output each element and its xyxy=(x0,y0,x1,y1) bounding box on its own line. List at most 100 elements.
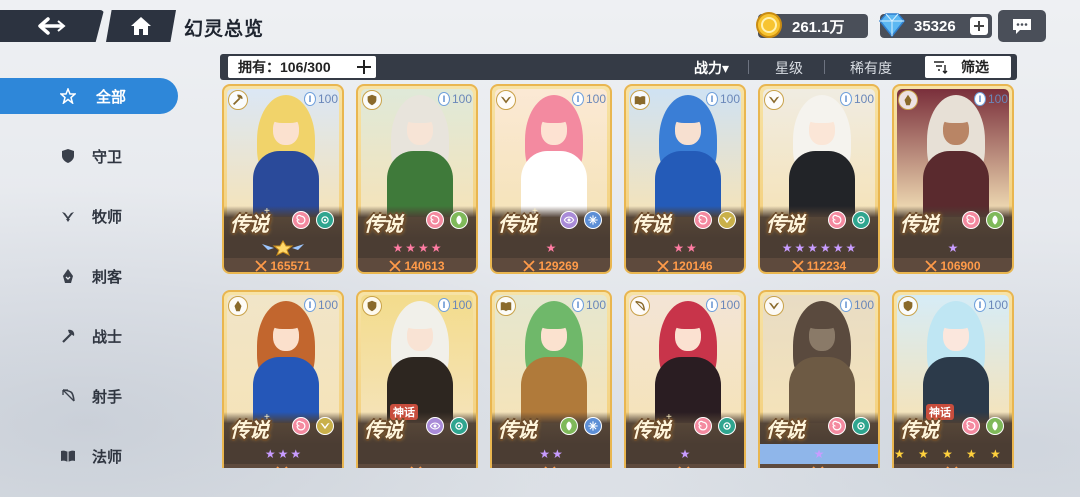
level-value: 100 xyxy=(853,298,874,312)
sort-star[interactable]: 星级 xyxy=(775,58,803,78)
add-gems-button[interactable] xyxy=(970,17,988,35)
hero-card[interactable]: I 100 传说 ★ ★ ★ ★ ★ ★ 112234 xyxy=(758,84,880,274)
shield-icon xyxy=(362,296,382,316)
assassin-icon xyxy=(898,90,918,110)
page-title: 幻灵总览 xyxy=(184,19,265,40)
filter-label: 筛选 xyxy=(961,59,989,75)
power-value: 129269 xyxy=(538,259,579,273)
level-badge-icon: I xyxy=(973,92,986,106)
chat-button[interactable] xyxy=(998,10,1046,42)
hero-portrait xyxy=(629,295,741,423)
sidebar-item-label: 射手 xyxy=(92,388,123,406)
fire-element-icon xyxy=(694,417,712,435)
back-button[interactable] xyxy=(0,10,104,42)
crossed-swords-icon xyxy=(811,466,824,468)
rarity-label: 传说 xyxy=(900,214,939,236)
crossed-swords-icon xyxy=(275,466,288,468)
hero-card[interactable]: I 100 神话 传说 xyxy=(356,290,478,468)
star-icon: ★ xyxy=(845,241,857,255)
hero-card[interactable]: I 100 传说 ★ 106900 xyxy=(892,84,1014,274)
filter-button[interactable]: 筛选 xyxy=(925,56,1011,78)
sidebar-item-guardian[interactable]: 守卫 xyxy=(0,138,180,174)
star-icon: ★ xyxy=(894,447,905,461)
star-rating: ★ xyxy=(760,444,878,464)
hero-card[interactable]: I 100 传说 +165571 xyxy=(222,84,344,274)
star-icon: ★ xyxy=(679,447,691,461)
hero-level: I 100 xyxy=(696,296,740,314)
level-badge-icon: I xyxy=(303,298,316,312)
star-icon: ★ xyxy=(820,241,831,255)
power-bar: 112234 xyxy=(760,258,878,272)
star-icon: ★ xyxy=(539,447,550,461)
sidebar-item-label: 牧师 xyxy=(92,208,123,226)
level-value: 100 xyxy=(719,298,740,312)
star-rating: ★ ★ xyxy=(492,444,610,464)
home-button[interactable] xyxy=(106,10,176,42)
fire-element-icon xyxy=(292,211,310,229)
wing-icon xyxy=(496,90,516,110)
sidebar-item-priest[interactable]: 牧师 xyxy=(0,198,180,234)
sidebar-item-label: 全部 xyxy=(96,88,127,106)
sort-rarity[interactable]: 稀有度 xyxy=(850,58,892,78)
rarity-label: 传说 xyxy=(632,214,671,236)
level-badge-icon: I xyxy=(437,298,450,312)
star-rating xyxy=(358,444,476,464)
water-element-icon xyxy=(316,211,334,229)
sidebar-item-assassin[interactable]: 刺客 xyxy=(0,258,180,294)
rarity-label: 传说 xyxy=(900,420,939,442)
owned-label: 拥有： xyxy=(238,59,280,75)
crossed-swords-icon xyxy=(255,260,268,272)
all-star-icon xyxy=(60,88,76,104)
owned-count-box[interactable]: 拥有： 106/300 xyxy=(228,56,376,78)
dark-element-icon xyxy=(426,417,444,435)
hero-card[interactable]: I 100 传说 + ★ xyxy=(624,290,746,468)
filter-icon xyxy=(934,61,948,74)
hero-level: I 100 xyxy=(830,90,874,108)
hero-card[interactable]: I 100 传说 ★ ★ xyxy=(490,290,612,468)
power-value: 140613 xyxy=(404,259,445,273)
assassin-icon xyxy=(228,296,248,316)
book-icon xyxy=(61,450,75,462)
star-icon: ★ xyxy=(405,241,416,255)
sidebar-item-archer[interactable]: 射手 xyxy=(0,378,180,414)
sidebar-item-mage[interactable]: 法师 xyxy=(0,438,180,474)
star-icon: ★ xyxy=(264,447,276,461)
gem-counter: 35326 xyxy=(879,13,992,38)
crossed-swords-icon xyxy=(677,466,690,468)
hero-portrait xyxy=(361,89,473,217)
hero-level: I 100 xyxy=(428,296,472,314)
level-badge-icon: I xyxy=(839,298,852,312)
hero-card[interactable]: I 100 神话 传说 ★ ★ ★ ★ ★ xyxy=(892,290,1014,468)
nature-element-icon xyxy=(986,211,1004,229)
hero-card[interactable]: I 100 传说 ★ ★ 120146 xyxy=(624,84,746,274)
hero-card[interactable]: I 100 传说 ★ xyxy=(758,290,880,468)
shield-icon xyxy=(362,90,382,110)
hero-portrait xyxy=(897,89,1009,217)
divider xyxy=(748,60,749,74)
star-rating: ★ ★ ★ ★ ★ ★ xyxy=(760,238,878,258)
hero-portrait xyxy=(495,295,607,423)
star-icon: ★ xyxy=(794,241,806,255)
power-bar xyxy=(626,464,744,468)
hero-card[interactable]: I 100 传说 + ★ ★ ★ xyxy=(222,290,344,468)
sidebar-item-warrior[interactable]: 战士 xyxy=(0,318,180,354)
fire-element-icon xyxy=(962,417,980,435)
rarity-label: 传说 xyxy=(364,420,403,442)
hero-card[interactable]: I 100 传说 ★ ★ ★ ★ 140613 xyxy=(356,84,478,274)
hero-portrait xyxy=(495,89,607,217)
level-value: 100 xyxy=(585,298,606,312)
power-bar xyxy=(224,464,342,468)
gold-counter: 261.1万 xyxy=(756,12,868,38)
sidebar-item-all[interactable]: 全部 xyxy=(0,78,178,114)
expand-capacity-icon[interactable] xyxy=(356,59,372,75)
star-rating: ★ xyxy=(626,444,744,464)
power-value: 165571 xyxy=(270,259,311,273)
sort-power[interactable]: 战力▾ xyxy=(694,58,729,78)
rarity-label: 传说 xyxy=(364,214,403,236)
crossed-swords-icon xyxy=(945,466,958,468)
star-icon: ★ xyxy=(918,447,929,461)
star-icon: ★ xyxy=(990,447,1001,461)
hero-card[interactable]: I 100 传说 + ★ 129269 xyxy=(490,84,612,274)
shield-icon xyxy=(898,296,918,316)
star-rating: ★ ★ ★ ★ ★ xyxy=(894,444,1012,464)
